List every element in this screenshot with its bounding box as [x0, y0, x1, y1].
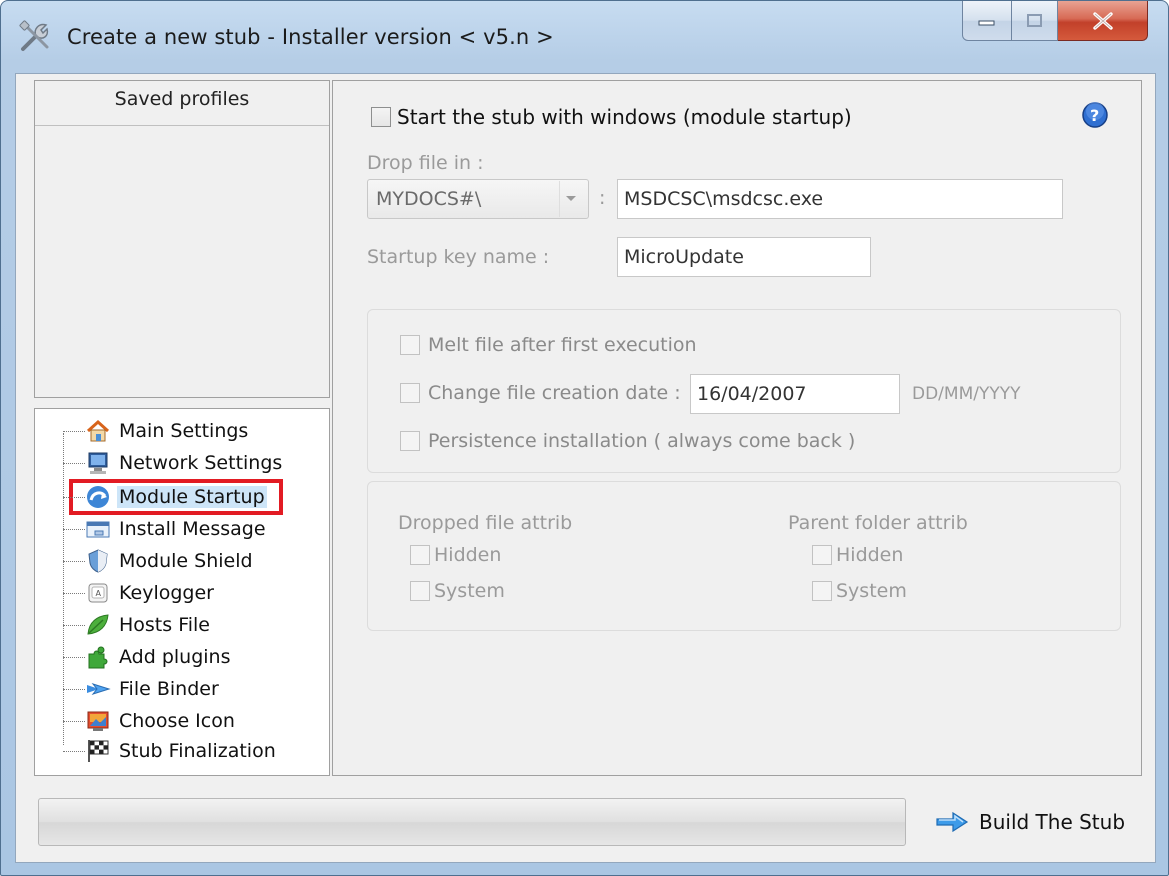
home-icon [85, 418, 111, 444]
persistence-checkbox[interactable] [400, 431, 420, 451]
dropped-system-row: System [410, 580, 505, 602]
minimize-button[interactable] [962, 1, 1012, 41]
attributes-group: Dropped file attrib Hidden System Parent… [367, 481, 1121, 631]
monitor-icon [85, 450, 111, 476]
saved-profiles-header: Saved profiles [35, 81, 329, 126]
dropped-hidden-row: Hidden [410, 544, 501, 566]
parent-system-row: System [812, 580, 907, 602]
parent-hidden-row: Hidden [812, 544, 903, 566]
build-stub-button[interactable]: Build The Stub [920, 790, 1140, 854]
melt-label: Melt file after first execution [428, 334, 697, 356]
keyboard-key-icon: A [85, 580, 111, 606]
minimize-icon [978, 20, 995, 25]
dropped-attrib-title: Dropped file attrib [398, 512, 573, 534]
puzzle-icon [85, 644, 111, 670]
change-date-checkbox[interactable] [400, 383, 420, 403]
double-arrow-icon [85, 676, 111, 702]
change-date-row: Change file creation date : [400, 382, 681, 404]
stub-builder-window: Create a new stub - Installer version < … [0, 0, 1169, 876]
date-format-hint: DD/MM/YYYY [912, 384, 1021, 404]
parent-hidden-checkbox[interactable] [812, 545, 832, 565]
tree-item-hosts-file[interactable]: Hosts File [63, 609, 212, 641]
change-date-label: Change file creation date : [428, 382, 681, 404]
parent-system-label: System [836, 580, 907, 602]
client-area: Saved profiles Main Settings Network Set… [15, 73, 1156, 863]
tree-item-add-plugins[interactable]: Add plugins [63, 641, 233, 673]
drop-path-field[interactable]: MSDCSC\msdcsc.exe [617, 179, 1063, 219]
startup-key-label: Startup key name : [367, 246, 550, 268]
drop-file-label: Drop file in : [367, 152, 484, 174]
chevron-down-icon [559, 181, 582, 217]
melt-row: Melt file after first execution [400, 334, 697, 356]
svg-text:?: ? [1090, 106, 1099, 125]
dropped-system-label: System [434, 580, 505, 602]
tree-item-stub-finalization[interactable]: Stub Finalization [63, 735, 278, 767]
close-button[interactable] [1058, 1, 1148, 41]
tree-item-module-startup[interactable]: Module Startup [63, 481, 267, 513]
title-bar[interactable]: Create a new stub - Installer version < … [1, 1, 1168, 73]
dropped-hidden-checkbox[interactable] [410, 545, 430, 565]
options-group: Melt file after first execution Change f… [367, 309, 1121, 473]
maximize-button[interactable] [1012, 1, 1058, 41]
arrow-right-icon [935, 811, 969, 833]
tree-item-network-settings[interactable]: Network Settings [63, 447, 284, 479]
creation-date-field[interactable]: 16/04/2007 [690, 374, 900, 414]
window-title: Create a new stub - Installer version < … [67, 25, 554, 49]
startup-arrow-icon [85, 484, 111, 510]
leaf-icon [85, 612, 111, 638]
startup-enable-label: Start the stub with windows (module star… [397, 105, 852, 129]
parent-system-checkbox[interactable] [812, 581, 832, 601]
tree-item-install-message[interactable]: Install Message [63, 513, 268, 545]
shield-icon [85, 548, 111, 574]
maximize-icon [1026, 13, 1042, 27]
parent-attrib-title: Parent folder attrib [788, 512, 968, 534]
footer-bar: Build The Stub [34, 790, 1142, 856]
path-separator: : [599, 187, 606, 209]
persistence-label: Persistence installation ( always come b… [428, 430, 856, 452]
drop-folder-select[interactable]: MYDOCS#\ [367, 179, 589, 219]
melt-checkbox[interactable] [400, 335, 420, 355]
help-icon[interactable]: ? [1081, 101, 1109, 133]
parent-hidden-label: Hidden [836, 544, 904, 566]
image-icon [85, 708, 111, 734]
startup-key-field[interactable]: MicroUpdate [617, 237, 871, 277]
tree-item-choose-icon[interactable]: Choose Icon [63, 705, 237, 737]
build-progress-bar [38, 798, 906, 846]
module-startup-panel: Start the stub with windows (module star… [332, 80, 1142, 776]
checkered-flag-icon [85, 738, 111, 764]
tree-item-file-binder[interactable]: File Binder [63, 673, 221, 705]
saved-profiles-list[interactable]: Saved profiles [34, 80, 330, 398]
tree-item-main-settings[interactable]: Main Settings [63, 415, 250, 447]
tree-item-keylogger[interactable]: A Keylogger [63, 577, 216, 609]
startup-enable-row: Start the stub with windows (module star… [371, 105, 852, 129]
build-stub-label: Build The Stub [978, 810, 1126, 834]
tools-icon [17, 19, 53, 55]
persistence-row: Persistence installation ( always come b… [400, 430, 855, 452]
svg-text:A: A [96, 589, 102, 598]
drop-folder-value: MYDOCS#\ [376, 188, 482, 210]
dropped-system-checkbox[interactable] [410, 581, 430, 601]
close-icon [1092, 11, 1113, 30]
dropped-hidden-label: Hidden [434, 544, 502, 566]
startup-enable-checkbox[interactable] [371, 107, 391, 127]
message-box-icon [85, 516, 111, 542]
navigation-tree: Main Settings Network Settings Module St… [34, 408, 330, 776]
tree-item-module-shield[interactable]: Module Shield [63, 545, 255, 577]
